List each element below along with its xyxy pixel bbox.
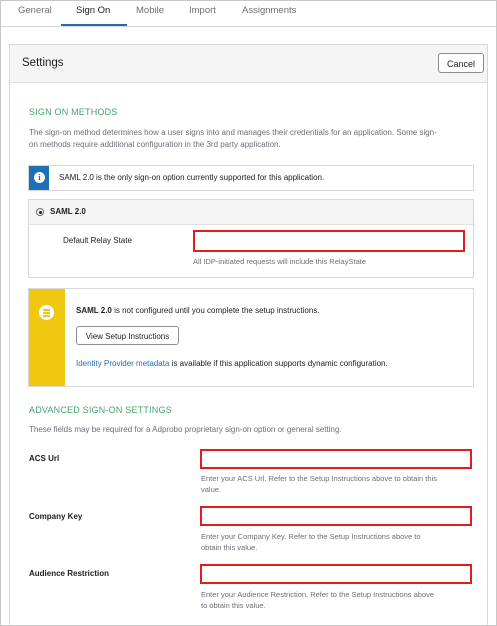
metadata-line: Identity Provider metadata is available … — [76, 359, 388, 368]
list-icon — [39, 305, 54, 320]
tab-import[interactable]: Import — [189, 5, 216, 17]
cancel-button[interactable]: Cancel — [438, 53, 484, 73]
company-key-help: Enter your Company Key. Refer to the Set… — [201, 531, 421, 553]
advanced-settings-heading: ADVANCED SIGN-ON SETTINGS — [29, 405, 172, 415]
company-key-label: Company Key — [29, 512, 83, 521]
notice-badge — [29, 289, 65, 386]
advanced-settings-description: These fields may be required for a Adpro… — [29, 425, 342, 434]
info-icon: i — [34, 172, 45, 183]
panel-header: Settings Cancel — [10, 45, 487, 83]
description-line: The sign-on method determines how a user… — [29, 128, 437, 137]
acs-url-help: Enter your ACS Url. Refer to the Setup I… — [201, 473, 437, 495]
active-tab-indicator — [61, 24, 127, 26]
saml-option-box: SAML 2.0 Default Relay State All IDP-ini… — [28, 199, 474, 278]
tab-sign-on[interactable]: Sign On — [76, 5, 110, 17]
help-line: to obtain this value. — [201, 601, 266, 610]
info-badge: i — [29, 166, 49, 190]
help-line: value. — [201, 485, 222, 494]
audience-restriction-label: Audience Restriction — [29, 569, 110, 578]
relay-state-label: Default Relay State — [63, 236, 132, 245]
setup-notice-text: SAML 2.0 is not configured until you com… — [76, 306, 320, 315]
tab-mobile[interactable]: Mobile — [136, 5, 164, 17]
relay-state-help: All IDP-initiated requests will include … — [193, 257, 366, 266]
sign-on-methods-heading: SIGN ON METHODS — [29, 107, 118, 117]
tab-assignments[interactable]: Assignments — [242, 5, 296, 17]
saml-radio[interactable] — [36, 208, 44, 216]
relay-state-input[interactable] — [193, 230, 465, 252]
info-callout: i SAML 2.0 is the only sign-on option cu… — [28, 165, 474, 191]
tab-general[interactable]: General — [18, 5, 52, 17]
company-key-input[interactable] — [200, 506, 472, 526]
help-line: Enter your Company Key. Refer to the Set… — [201, 532, 421, 541]
setup-notice-rest: is not configured until you complete the… — [111, 306, 320, 315]
panel-title: Settings — [22, 57, 64, 69]
saml-option-label: SAML 2.0 — [50, 207, 86, 216]
acs-url-input[interactable] — [200, 449, 472, 469]
audience-restriction-help: Enter your Audience Restriction. Refer t… — [201, 589, 434, 611]
settings-panel: Settings Cancel SIGN ON METHODS The sign… — [9, 44, 488, 625]
help-line: Enter your Audience Restriction. Refer t… — [201, 590, 435, 599]
sign-on-methods-description: The sign-on method determines how a user… — [29, 127, 437, 151]
tab-bar: General Sign On Mobile Import Assignment… — [1, 1, 496, 27]
app-frame: General Sign On Mobile Import Assignment… — [0, 0, 497, 626]
saml-option-header: SAML 2.0 — [29, 200, 473, 225]
view-setup-instructions-button[interactable]: View Setup Instructions — [76, 326, 179, 345]
metadata-line-rest: is available if this application support… — [169, 359, 388, 368]
info-text: SAML 2.0 is the only sign-on option curr… — [59, 173, 325, 182]
help-line: Enter your ACS Url. Refer to the Setup I… — [201, 474, 437, 483]
acs-url-label: ACS Url — [29, 454, 60, 463]
radio-selected-dot — [38, 210, 42, 214]
description-line: on methods require additional configurat… — [29, 140, 281, 149]
identity-provider-metadata-link[interactable]: Identity Provider metadata — [76, 359, 169, 368]
setup-notice-callout: SAML 2.0 is not configured until you com… — [28, 288, 474, 387]
setup-notice-bold: SAML 2.0 — [76, 306, 112, 315]
audience-restriction-input[interactable] — [200, 564, 472, 584]
help-line: obtain this value. — [201, 543, 258, 552]
